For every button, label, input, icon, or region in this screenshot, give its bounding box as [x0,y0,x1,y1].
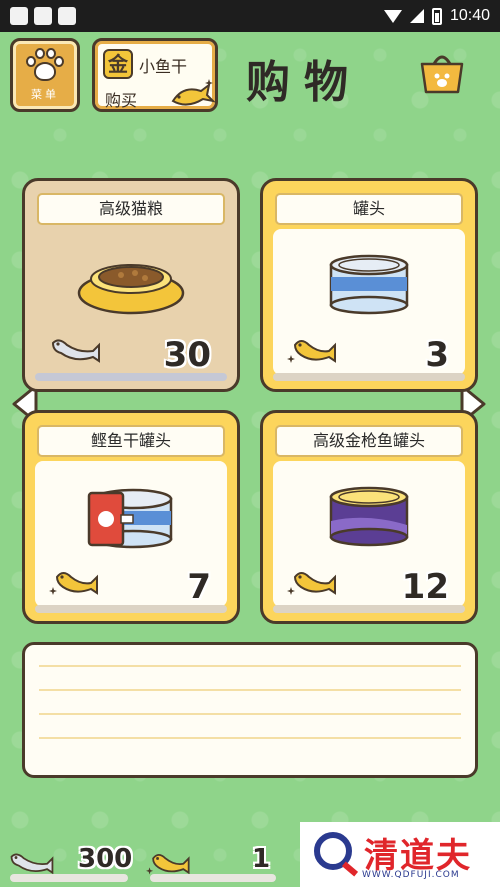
silver-fish-icon [51,339,100,363]
message-line [39,713,461,715]
watermark-url: WWW.QDFUJI.COM [362,870,460,880]
status-bar: 10:40 [0,0,500,32]
shop-item-bonito-can[interactable]: 鲣鱼干罐头 7 [22,410,240,624]
message-line [39,665,461,667]
cat-food-bowl-icon [77,264,185,315]
bonito-can-icon [87,488,173,549]
item-price: 7 [187,567,211,607]
can-icon [329,254,409,315]
menu-label: 菜单 [31,88,59,101]
item-price: 12 [401,567,449,607]
page-title: 购物 [246,57,362,108]
wifi-icon [383,9,402,23]
item-footer-strip [273,605,465,613]
gold-fish-icon [287,572,336,595]
message-box [22,642,478,778]
shop-item-premium-tuna-can[interactable]: 高级金枪鱼罐头 12 [260,410,478,624]
menu-button[interactable]: 菜单 [10,38,80,112]
message-line [39,737,461,739]
gold-fish-icon [49,572,98,595]
gold-fish-count: 1 [252,844,271,874]
shop-item-premium-cat-food[interactable]: 高级猫粮 30 [22,178,240,392]
gold-fish-label: 小鱼干 [139,57,188,76]
item-footer-strip [273,373,465,381]
currency-strip [150,874,276,882]
battery-icon [431,7,442,25]
gold-fish-icon [287,340,336,363]
currency-bar: 300 1 [0,838,290,884]
buy-label: 购买 [105,91,138,110]
shopping-bag-icon[interactable] [418,50,466,96]
item-name: 高级金枪鱼罐头 [275,425,463,457]
item-price: 30 [163,335,211,375]
notification-icons [10,7,76,25]
item-name: 鲣鱼干罐头 [37,425,225,457]
item-footer-strip [35,373,227,381]
paw-icon [25,48,65,84]
tuna-can-icon [329,486,409,547]
gold-fish-icon [171,79,215,106]
notification-icon [34,7,52,25]
item-name: 罐头 [275,193,463,225]
signal-icon [409,9,424,23]
shop-item-can[interactable]: 罐头 3 [260,178,478,392]
notification-icon [58,7,76,25]
silver-fish-count: 300 [78,844,133,874]
buy-gold-fish-button[interactable]: 金 小鱼干 购买 [92,38,218,112]
clock: 10:40 [449,7,490,24]
watermark-logo-icon [314,832,352,870]
item-footer-strip [35,605,227,613]
item-price: 3 [425,335,449,375]
message-line [39,689,461,691]
item-name: 高级猫粮 [37,193,225,225]
currency-strip [10,874,128,882]
watermark: 清道夫 WWW.QDFUJI.COM [300,822,500,887]
gold-coin-icon: 金 [103,49,133,79]
notification-icon [10,7,28,25]
